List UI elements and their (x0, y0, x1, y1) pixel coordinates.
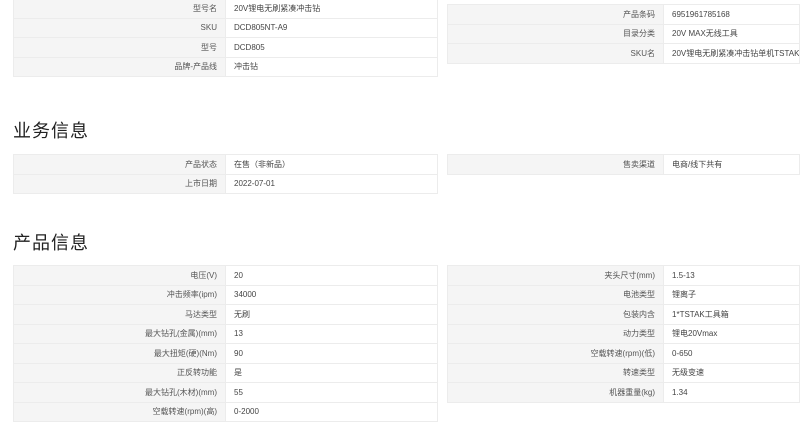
spec-value: 锂电20Vmax (663, 323, 800, 344)
spec-label: 包装内含 (447, 304, 664, 325)
spec-label: 空载转速(rpm)(低) (447, 343, 664, 364)
spec-row: 包装内含 1*TSTAK工具箱 (447, 304, 800, 325)
spec-value: 20 (225, 265, 438, 286)
basic-info-table-left: 型号名 20V锂电无刷紧凑冲击钻 SKU DCD805NT-A9 型号 DCD805 品牌-… (13, 0, 438, 77)
spec-value: 13 (225, 323, 438, 344)
spec-label: 产品状态 (13, 154, 226, 175)
spec-label: 产品条码 (447, 4, 664, 25)
spec-row: 品牌-产品线 冲击钻 (13, 56, 438, 77)
spec-row: 电压(V) 20 (13, 265, 438, 286)
spec-row: 上市日期 2022-07-01 (13, 173, 438, 194)
spec-label: 品牌-产品线 (13, 56, 226, 77)
spec-row: SKU名 20V锂电无刷紧凑冲击钻单机TSTAK (447, 43, 800, 64)
spec-value: 锂离子 (663, 284, 800, 305)
spec-value: 无级变速 (663, 362, 800, 383)
spec-row: 冲击频率(ipm) 34000 (13, 284, 438, 305)
spec-label: 目录分类 (447, 23, 664, 44)
spec-label: 夹头尺寸(mm) (447, 265, 664, 286)
business-info-heading: 业务信息 (13, 121, 89, 141)
spec-value: 1.34 (663, 382, 800, 403)
spec-label: 冲击频率(ipm) (13, 284, 226, 305)
spec-value: 0-650 (663, 343, 800, 364)
spec-row: 最大扭矩(硬)(Nm) 90 (13, 343, 438, 364)
spec-row: 产品条码 6951961785168 (447, 4, 800, 25)
spec-label: 售卖渠道 (447, 154, 664, 175)
spec-row: SKU DCD805NT-A9 (13, 17, 438, 38)
spec-row: 最大钻孔(金属)(mm) 13 (13, 323, 438, 344)
spec-label: 最大钻孔(木材)(mm) (13, 382, 226, 403)
spec-row: 最大钻孔(木材)(mm) 55 (13, 382, 438, 403)
spec-value: 1*TSTAK工具箱 (663, 304, 800, 325)
spec-row: 动力类型 锂电20Vmax (447, 323, 800, 344)
spec-label: 转速类型 (447, 362, 664, 383)
spec-value: 无刷 (225, 304, 438, 325)
spec-row: 电池类型 锂离子 (447, 284, 800, 305)
spec-row: 产品状态 在售（非新品） (13, 154, 438, 175)
spec-value: 20V锂电无刷紧凑冲击钻单机TSTAK (663, 43, 800, 64)
spec-value: 90 (225, 343, 438, 364)
product-info-table-left: 电压(V) 20 冲击频率(ipm) 34000 马达类型 无刷 最大钻孔(金属)(mm) 1… (13, 265, 438, 422)
spec-value: 0-2000 (225, 401, 438, 422)
spec-value: DCD805NT-A9 (225, 17, 438, 38)
spec-value: 20V MAX无线工具 (663, 23, 800, 44)
business-info-table-right: 售卖渠道 电商/线下共有 (447, 154, 800, 175)
spec-value: 34000 (225, 284, 438, 305)
spec-label: 最大扭矩(硬)(Nm) (13, 343, 226, 364)
spec-row: 夹头尺寸(mm) 1.5-13 (447, 265, 800, 286)
spec-value: 55 (225, 382, 438, 403)
spec-value: 2022-07-01 (225, 173, 438, 194)
spec-row: 型号名 20V锂电无刷紧凑冲击钻 (13, 0, 438, 19)
spec-row: 机器重量(kg) 1.34 (447, 382, 800, 403)
spec-label: 电池类型 (447, 284, 664, 305)
spec-row: 正反转功能是 (13, 362, 438, 383)
spec-value: 在售（非新品） (225, 154, 438, 175)
spec-row: 空载转速(rpm)(低) 0-650 (447, 343, 800, 364)
spec-value: 是 (225, 362, 438, 383)
spec-value: 6951961785168 (663, 4, 800, 25)
spec-label: 动力类型 (447, 323, 664, 344)
spec-row: 型号 DCD805 (13, 37, 438, 58)
product-info-table-right: 夹头尺寸(mm) 1.5-13 电池类型 锂离子 包装内含 1*TSTAK工具箱 动力类型锂… (447, 265, 800, 403)
spec-row: 售卖渠道 电商/线下共有 (447, 154, 800, 175)
spec-value: DCD805 (225, 37, 438, 58)
spec-value: 1.5-13 (663, 265, 800, 286)
product-info-heading: 产品信息 (13, 233, 89, 253)
spec-row: 目录分类 20V MAX无线工具 (447, 23, 800, 44)
spec-label: 机器重量(kg) (447, 382, 664, 403)
spec-row: 空载转速(rpm)(高) 0-2000 (13, 401, 438, 422)
spec-label: 马达类型 (13, 304, 226, 325)
spec-label: 型号 (13, 37, 226, 58)
spec-label: 正反转功能 (13, 362, 226, 383)
spec-value: 电商/线下共有 (663, 154, 800, 175)
spec-label: 最大钻孔(金属)(mm) (13, 323, 226, 344)
spec-row: 马达类型 无刷 (13, 304, 438, 325)
spec-value: 20V锂电无刷紧凑冲击钻 (225, 0, 438, 19)
spec-label: 电压(V) (13, 265, 226, 286)
spec-label: 型号名 (13, 0, 226, 19)
spec-label: 上市日期 (13, 173, 226, 194)
spec-label: SKU (13, 17, 226, 38)
spec-label: 空载转速(rpm)(高) (13, 401, 226, 422)
business-info-table-left: 产品状态 在售（非新品） 上市日期 2022-07-01 (13, 154, 438, 194)
spec-label: SKU名 (447, 43, 664, 64)
basic-info-table-right: 产品条码 6951961785168 目录分类 20V MAX无线工具 SKU名 20V锂… (447, 4, 800, 64)
spec-value: 冲击钻 (225, 56, 438, 77)
spec-row: 转速类型 无级变速 (447, 362, 800, 383)
